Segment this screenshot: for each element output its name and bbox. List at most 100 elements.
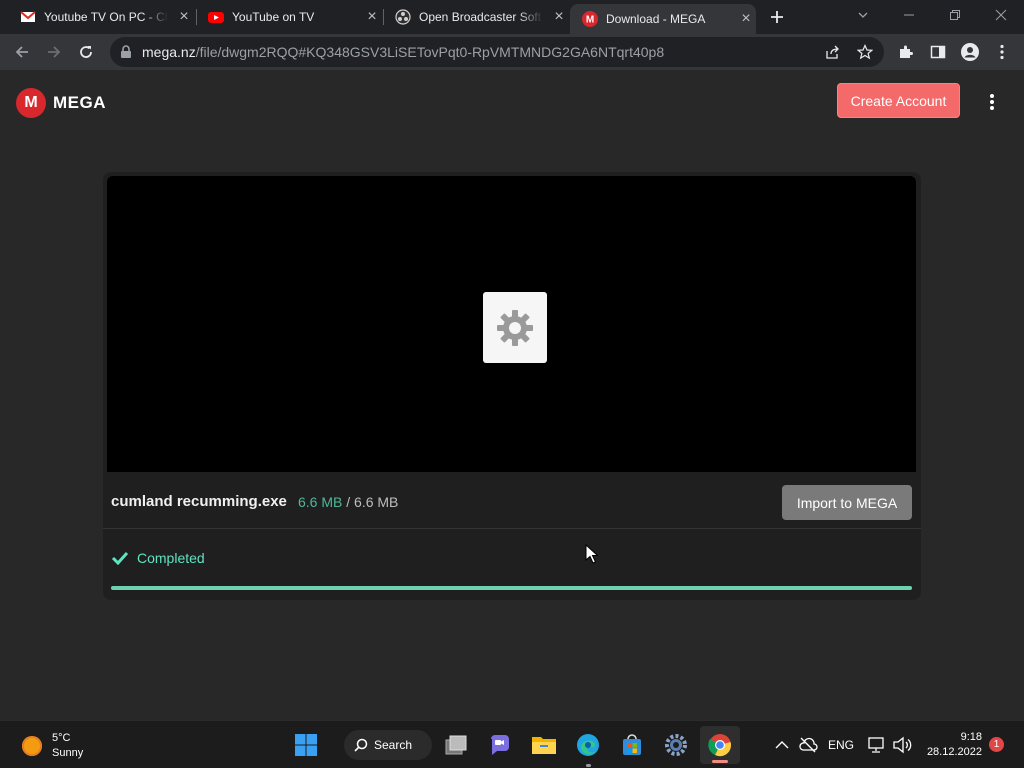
mouse-cursor-icon (585, 544, 598, 564)
close-icon[interactable]: × (364, 8, 380, 25)
browser-toolbar: mega.nz/file/dwgm2RQQ#KQ348GSV3LiSETovPq… (0, 34, 1024, 70)
close-icon[interactable]: × (738, 10, 754, 27)
size-separator: / (346, 494, 351, 510)
profile-icon (961, 43, 979, 61)
chrome-icon (708, 734, 731, 757)
file-preview (107, 176, 916, 472)
windows-logo-icon (295, 734, 317, 756)
edge-button[interactable] (574, 731, 602, 759)
lock-icon[interactable] (120, 45, 132, 59)
clock-time: 9:18 (960, 731, 982, 743)
share-icon[interactable] (825, 45, 840, 60)
bookmark-star-icon[interactable] (857, 44, 873, 60)
file-size: 6.6 MB / 6.6 MB (298, 494, 398, 510)
status-text: Completed (137, 550, 205, 566)
forward-arrow-icon (48, 46, 61, 58)
task-view-button[interactable] (442, 731, 470, 759)
restore-icon (950, 10, 960, 20)
folder-icon (532, 737, 556, 754)
download-card: cumland recumming.exe 6.6 MB / 6.6 MB Im… (103, 172, 921, 600)
reload-icon (80, 46, 92, 58)
tab-title: YouTube on TV (232, 10, 315, 24)
tab-obs[interactable]: Open Broadcaster Soft × (383, 0, 569, 34)
clock-date: 28.12.2022 (926, 746, 982, 758)
gmail-icon (20, 11, 36, 22)
back-button[interactable] (10, 40, 34, 64)
close-window-button[interactable] (978, 0, 1024, 30)
download-status: Completed (111, 550, 205, 566)
chrome-button[interactable] (700, 726, 740, 764)
active-app-indicator (712, 760, 728, 763)
restore-button[interactable] (932, 0, 978, 30)
browser-menu-button[interactable] (990, 40, 1014, 64)
mega-icon: M (582, 11, 598, 27)
tab-download-mega[interactable]: M Download - MEGA × (570, 4, 756, 34)
system-clock[interactable]: 9:18 28.12.2022 (920, 730, 982, 760)
show-hidden-icons-button[interactable] (768, 731, 796, 759)
close-icon[interactable]: × (176, 8, 192, 25)
store-button[interactable] (618, 731, 646, 759)
import-to-mega-button[interactable]: Import to MEGA (782, 485, 912, 520)
sun-icon (22, 736, 42, 756)
file-info-row: cumland recumming.exe 6.6 MB / 6.6 MB Im… (103, 475, 921, 529)
gear-icon (665, 734, 687, 756)
chat-button[interactable] (486, 731, 514, 759)
weather-text: 5°C Sunny (52, 731, 83, 761)
weather-temperature: 5°C (52, 732, 71, 744)
start-button[interactable] (292, 731, 320, 759)
weather-widget[interactable]: 5°C Sunny (22, 731, 83, 761)
tab-youtube-tv-on-pc[interactable]: Youtube TV On PC - Ch × (8, 0, 194, 34)
cloud-offline-icon (799, 737, 818, 753)
network-icon (868, 737, 884, 753)
weather-condition: Sunny (52, 747, 84, 759)
kebab-menu-icon (1000, 44, 1004, 60)
teams-chat-icon (491, 735, 509, 755)
close-icon (995, 9, 1007, 21)
tab-title: Open Broadcaster Soft (419, 10, 542, 24)
close-icon[interactable]: × (551, 8, 567, 25)
side-panel-button[interactable] (926, 40, 950, 64)
back-arrow-icon (15, 46, 28, 58)
input-language[interactable]: ENG (828, 738, 854, 752)
volume-button[interactable] (888, 731, 916, 759)
running-app-indicator (586, 764, 591, 767)
total-size: 6.6 MB (354, 494, 399, 510)
side-panel-icon (930, 45, 946, 59)
svg-text:M: M (586, 15, 594, 26)
tab-youtube-on-tv[interactable]: YouTube on TV × (196, 0, 382, 34)
new-tab-button[interactable] (765, 5, 789, 29)
url-text: mega.nz/file/dwgm2RQQ#KQ348GSV3LiSETovPq… (142, 44, 664, 60)
windows-taskbar: 5°C Sunny Search ENG 9:18 28.12.2022 1 (0, 720, 1024, 768)
file-explorer-button[interactable] (530, 731, 558, 759)
mega-logo[interactable]: M MEGA (16, 88, 106, 118)
minimize-icon (904, 14, 914, 16)
url-path: /file/dwgm2RQQ#KQ348GSV3LiSETovPqt0-RpVM… (195, 44, 665, 60)
notification-badge[interactable]: 1 (989, 737, 1004, 752)
kebab-menu-icon (990, 94, 994, 110)
extensions-button[interactable] (894, 40, 918, 64)
taskbar-search[interactable]: Search (344, 730, 432, 760)
downloaded-size: 6.6 MB (298, 494, 343, 510)
page-menu-button[interactable] (982, 92, 1002, 112)
url-host: mega.nz (142, 44, 196, 60)
plus-icon (771, 11, 783, 23)
checkmark-icon (111, 551, 129, 565)
tab-search-button[interactable] (840, 0, 886, 30)
profile-button[interactable] (958, 40, 982, 64)
mega-logo-text: MEGA (53, 93, 106, 112)
create-account-button[interactable]: Create Account (837, 83, 960, 118)
forward-button[interactable] (42, 40, 66, 64)
obs-icon (395, 9, 411, 25)
tab-title: Youtube TV On PC - Ch (44, 10, 168, 24)
address-bar[interactable]: mega.nz/file/dwgm2RQQ#KQ348GSV3LiSETovPq… (110, 37, 884, 67)
edge-icon (577, 734, 599, 756)
reload-button[interactable] (74, 40, 98, 64)
speaker-icon (893, 736, 912, 754)
onedrive-button[interactable] (794, 731, 822, 759)
settings-button[interactable] (662, 731, 690, 759)
network-button[interactable] (862, 731, 890, 759)
taskbar-search-label: Search (374, 738, 413, 752)
tab-title: Download - MEGA (606, 12, 706, 26)
chevron-up-icon (775, 741, 789, 749)
minimize-button[interactable] (886, 0, 932, 30)
